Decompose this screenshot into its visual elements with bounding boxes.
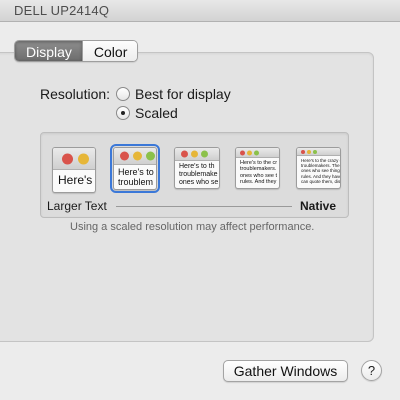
thumb-titlebar — [114, 148, 156, 165]
radio-scaled[interactable]: Scaled — [116, 105, 178, 121]
larger-text-label: Larger Text — [47, 199, 107, 213]
radio-label: Scaled — [135, 105, 178, 121]
thumb-text: Here's to th troublemake ones who se — [179, 163, 219, 187]
scale-track-line — [116, 206, 292, 207]
minimize-dot-icon — [78, 153, 89, 164]
resolution-label: Resolution: — [40, 86, 111, 102]
tab-group: Display Color — [14, 40, 139, 62]
native-label: Native — [300, 199, 337, 213]
thumb-titlebar — [175, 148, 219, 161]
scaled-option-largest[interactable]: Here's — [52, 147, 96, 193]
thumb-text: Here's to troublem — [118, 167, 154, 188]
close-dot-icon — [120, 151, 129, 161]
title-bar: DELL UP2414Q — [0, 0, 400, 22]
close-dot-icon — [240, 150, 245, 155]
zoom-dot-icon — [146, 151, 155, 161]
close-dot-icon — [62, 153, 73, 164]
thumb-titlebar — [236, 148, 279, 158]
performance-note: Using a scaled resolution may affect per… — [70, 221, 315, 233]
minimize-dot-icon — [307, 149, 311, 154]
radio-button[interactable] — [116, 106, 130, 120]
tab-display[interactable]: Display — [15, 41, 82, 61]
gather-windows-button[interactable]: Gather Windows — [223, 360, 348, 382]
scaled-option-more-space[interactable]: Here's to the cr troublemakers. ones who… — [235, 147, 280, 189]
minimize-dot-icon — [133, 151, 142, 161]
close-dot-icon — [181, 150, 188, 158]
zoom-dot-icon — [254, 150, 259, 155]
thumb-text: Here's to the cr troublemakers. ones who… — [240, 160, 278, 185]
zoom-dot-icon — [201, 150, 208, 158]
window-title: DELL UP2414Q — [14, 3, 110, 18]
zoom-dot-icon — [313, 149, 317, 154]
thumb-text: Here's — [58, 173, 93, 187]
scaled-option-default[interactable]: Here's to th troublemake ones who se — [174, 147, 220, 189]
radio-button[interactable] — [116, 87, 130, 101]
help-button[interactable]: ? — [361, 360, 382, 381]
thumb-titlebar — [297, 148, 340, 156]
thumb-titlebar — [53, 148, 95, 170]
close-dot-icon — [301, 149, 305, 154]
minimize-dot-icon — [247, 150, 252, 155]
tab-color[interactable]: Color — [81, 41, 138, 61]
minimize-dot-icon — [191, 150, 198, 158]
scaled-option-native[interactable]: Here's to the crazy one troublemakers. T… — [296, 147, 341, 189]
radio-label: Best for display — [135, 86, 231, 102]
scaled-option-larger[interactable]: Here's to troublem — [110, 144, 160, 193]
thumb-text: Here's to the crazy one troublemakers. T… — [301, 158, 341, 184]
radio-best-for-display[interactable]: Best for display — [116, 86, 231, 102]
